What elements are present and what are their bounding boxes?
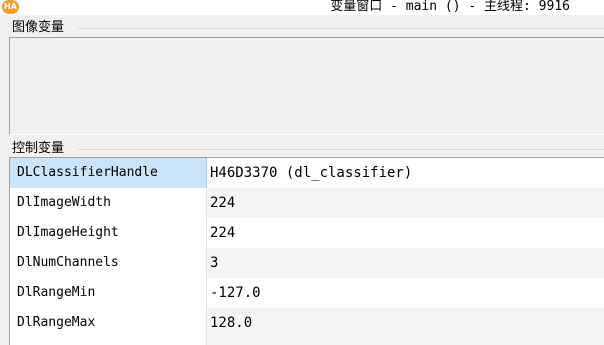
variable-name-empty[interactable]	[10, 338, 207, 345]
window-title: 变量窗口 - main () - 主线程: 9916	[330, 0, 570, 14]
control-vars-grid[interactable]: DLClassifierHandle H46D3370 (dl_classifi…	[9, 157, 604, 345]
variable-name[interactable]: DLClassifierHandle	[10, 158, 207, 188]
variable-value[interactable]: 128.0	[207, 308, 604, 338]
variable-name[interactable]: DlRangeMin	[10, 278, 207, 308]
variable-row[interactable]: DlRangeMax 128.0	[10, 308, 604, 338]
variable-name[interactable]: DlRangeMax	[10, 308, 207, 338]
control-vars-group-line	[78, 149, 604, 150]
control-vars-group-label: 控制变量	[12, 141, 67, 156]
variable-row[interactable]: DlImageHeight 224	[10, 218, 604, 248]
variable-value[interactable]: H46D3370 (dl_classifier)	[207, 158, 604, 188]
variable-value[interactable]: 3	[207, 248, 604, 278]
variable-row[interactable]: DlNumChannels 3	[10, 248, 604, 278]
variable-window: HA 变量窗口 - main () - 主线程: 9916 图像变量 控制变量 …	[0, 0, 604, 345]
variable-row[interactable]: DlImageWidth 224	[10, 188, 604, 218]
image-vars-panel[interactable]	[9, 37, 604, 135]
variable-row-partial[interactable]	[10, 338, 604, 345]
halcon-app-icon: HA	[2, 0, 19, 14]
variable-name[interactable]: DlImageWidth	[10, 188, 207, 218]
variable-name[interactable]: DlImageHeight	[10, 218, 207, 248]
variable-value[interactable]: 224	[207, 188, 604, 218]
image-vars-group-label: 图像变量	[12, 20, 67, 35]
variable-row[interactable]: DlRangeMin -127.0	[10, 278, 604, 308]
title-bar[interactable]: HA 变量窗口 - main () - 主线程: 9916	[0, 0, 604, 15]
variable-value[interactable]: 224	[207, 218, 604, 248]
variable-name[interactable]: DlNumChannels	[10, 248, 207, 278]
image-vars-group-line	[78, 28, 604, 29]
variable-value[interactable]: -127.0	[207, 278, 604, 308]
variable-value-empty[interactable]	[207, 338, 604, 345]
variable-row[interactable]: DLClassifierHandle H46D3370 (dl_classifi…	[10, 158, 604, 188]
